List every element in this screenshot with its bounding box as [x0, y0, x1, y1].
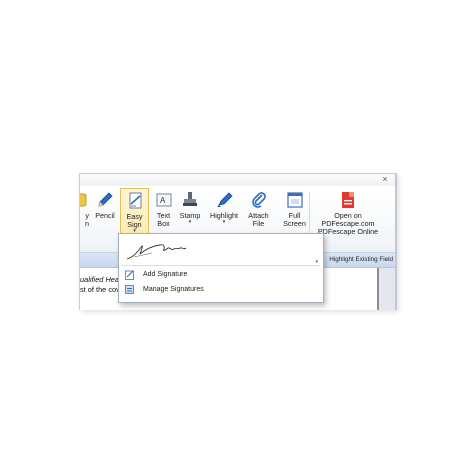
chevron-down-icon: ▾ — [222, 219, 226, 226]
highlighter-icon — [214, 190, 234, 210]
add-signature-icon — [125, 270, 135, 280]
partial-label-2: n — [85, 219, 89, 229]
chevron-down-icon: ▾ — [188, 219, 192, 226]
pencil-label: Pencil — [95, 211, 115, 220]
signature-image — [126, 244, 187, 260]
text-box-icon: A — [154, 190, 174, 210]
open-pdfescape-label-line3: PDFescape Online — [317, 227, 379, 237]
saved-signature[interactable]: ▾ — [122, 237, 320, 266]
svg-text:A: A — [160, 196, 166, 205]
highlight-existing-field-button[interactable]: Highlight Existing Field — [329, 256, 393, 263]
scroll-down-icon[interactable]: ▾ — [315, 259, 318, 265]
attach-file-label-line2: File — [252, 219, 265, 229]
title-bar: × — [80, 174, 395, 186]
document-text-line: ualified Hea — [80, 275, 120, 284]
full-screen-label-line2: Screen — [283, 219, 306, 229]
full-screen-icon — [285, 190, 305, 210]
open-pdfescape-online-button[interactable]: Open on PDFescape.com PDFescape Online — [317, 188, 379, 246]
pencil-icon — [95, 190, 115, 210]
add-signature-menu-item[interactable]: Add Signature — [122, 268, 320, 283]
stamp-icon — [180, 190, 200, 210]
pencil-button[interactable]: Pencil — [91, 188, 119, 246]
manage-signatures-label: Manage Signatures — [143, 286, 204, 293]
vertical-scrollbar[interactable] — [379, 268, 395, 310]
paperclip-icon — [249, 190, 269, 210]
easy-sign-dropdown: ▾ Add Signature Manage Signatures — [118, 233, 324, 303]
pdf-online-icon — [338, 190, 358, 210]
manage-signatures-menu-item[interactable]: Manage Signatures — [122, 283, 320, 298]
add-signature-label: Add Signature — [143, 271, 188, 278]
easy-sign-icon — [125, 191, 145, 211]
close-icon[interactable]: × — [380, 174, 390, 185]
text-box-label-line2: Box — [157, 219, 170, 229]
partial-left-button[interactable]: y n — [80, 188, 90, 246]
manage-signatures-icon — [125, 285, 135, 295]
partial-icon — [80, 190, 88, 210]
